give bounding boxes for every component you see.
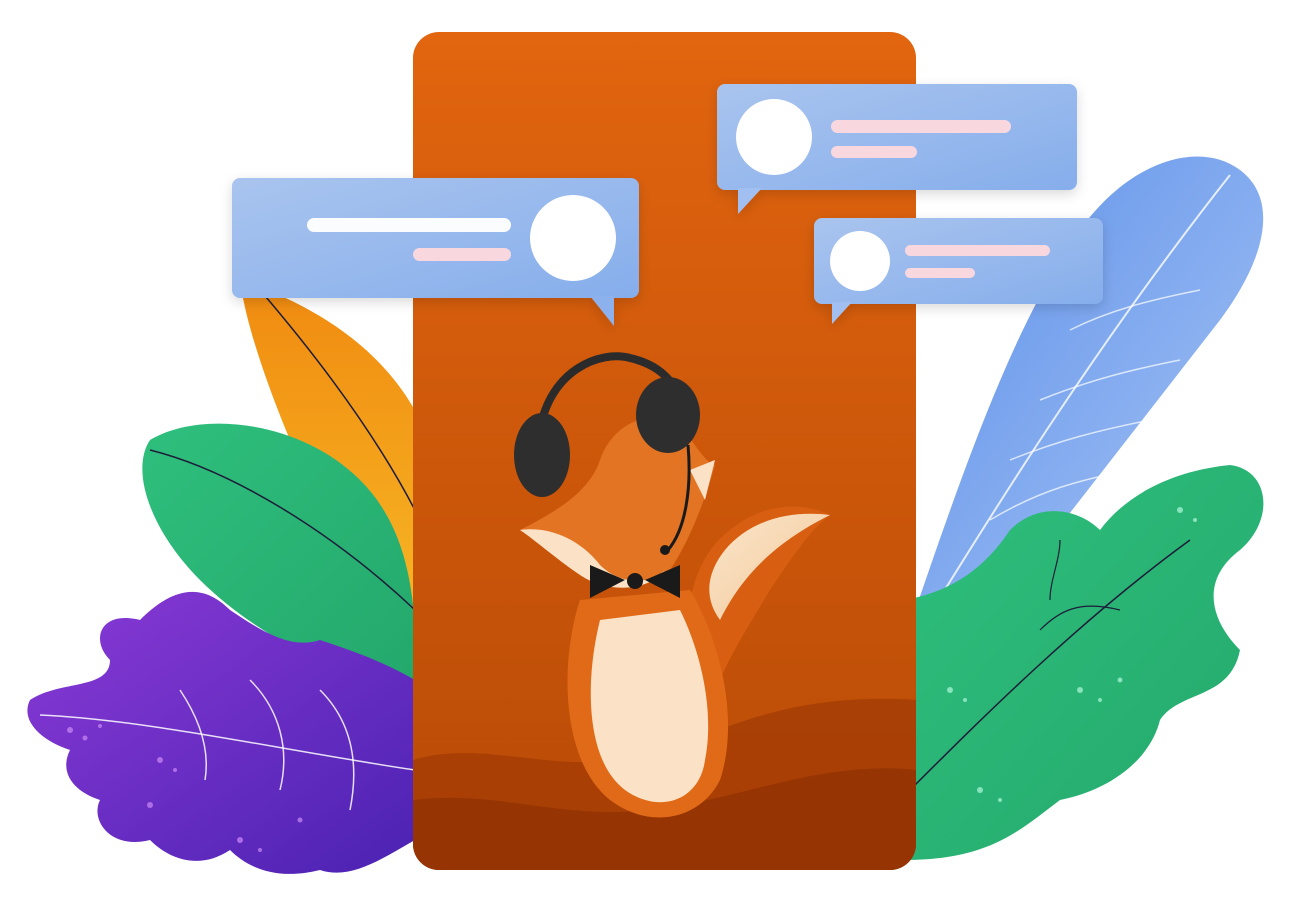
message-line xyxy=(905,245,1050,256)
message-line xyxy=(831,120,1011,133)
illustration-canvas xyxy=(27,32,1264,874)
user-avatar-icon xyxy=(736,99,812,175)
support-illustration xyxy=(0,0,1303,918)
message-line xyxy=(307,218,511,232)
message-line xyxy=(831,146,917,158)
message-line xyxy=(905,268,975,278)
user-avatar-icon xyxy=(530,195,616,281)
message-line xyxy=(413,248,511,261)
user-avatar-icon xyxy=(830,231,890,291)
